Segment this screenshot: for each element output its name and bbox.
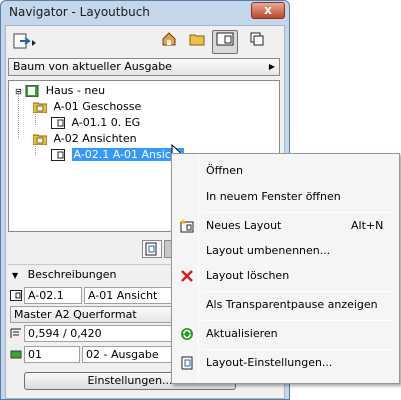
publish-icon bbox=[13, 33, 36, 49]
project-book-icon bbox=[25, 85, 39, 97]
triangle-down-icon: ▼ bbox=[12, 271, 19, 280]
title-bar[interactable]: Navigator - Layoutbuch x bbox=[1, 1, 289, 23]
layout-id-icon bbox=[10, 290, 22, 301]
view-map-button[interactable] bbox=[186, 30, 208, 54]
refresh-icon bbox=[180, 327, 194, 341]
menu-item-delete-layout[interactable]: Layout löschen bbox=[174, 265, 397, 287]
menu-item-label: Öffnen bbox=[206, 164, 243, 177]
layout-book-button[interactable] bbox=[212, 30, 238, 54]
tree-item-layout-2-selected[interactable]: A-02.1 A-01 Ansicht bbox=[51, 147, 185, 162]
revision-icon bbox=[10, 350, 22, 359]
size-icon bbox=[10, 328, 21, 338]
menu-item-label: Layout löschen bbox=[206, 269, 290, 282]
layout-book-icon bbox=[216, 32, 234, 46]
layout-icon bbox=[51, 149, 65, 161]
menu-item-label: Neues Layout bbox=[206, 219, 282, 232]
tree-source-value: Baum von aktueller Ausgabe bbox=[13, 60, 172, 73]
menu-item-label: Aktualisieren bbox=[206, 327, 278, 340]
layout-name-field[interactable]: A-01 Ansicht bbox=[84, 287, 174, 304]
menu-item-shortcut: Alt+N bbox=[351, 219, 384, 232]
menu-item-refresh[interactable]: Aktualisieren bbox=[174, 323, 397, 345]
menu-item-rename-layout[interactable]: Layout umbenennen... bbox=[174, 240, 397, 262]
menu-item-label: Layout umbenennen... bbox=[206, 244, 331, 257]
issue-field[interactable]: 02 - Ausgabe bbox=[82, 346, 174, 363]
delete-icon bbox=[180, 269, 194, 283]
tree-root-label: Haus - neu bbox=[45, 84, 106, 97]
project-map-button[interactable] bbox=[158, 30, 180, 54]
menu-item-open-new-window[interactable]: In neuem Fenster öffnen bbox=[174, 186, 397, 208]
tree-item-label: A-01.1 0. EG bbox=[71, 116, 141, 129]
layout-icon bbox=[51, 117, 65, 129]
menu-item-label: Layout-Einstellungen... bbox=[206, 356, 333, 369]
menu-item-layout-settings[interactable]: Layout-Einstellungen... bbox=[174, 352, 397, 374]
house-icon bbox=[162, 32, 176, 46]
tree-item-label: A-01 Geschosse bbox=[53, 100, 142, 113]
layout-settings-icon bbox=[180, 356, 194, 370]
descriptions-section[interactable]: ▼ Beschreibungen bbox=[12, 268, 116, 281]
tree-source-dropdown[interactable]: Baum von aktueller Ausgabe ▶ bbox=[8, 58, 280, 76]
settings-page-icon bbox=[145, 242, 157, 256]
window-title: Navigator - Layoutbuch bbox=[9, 5, 150, 19]
subset-folder-icon bbox=[33, 102, 47, 113]
context-menu: Öffnen In neuem Fenster öffnen Neues Lay… bbox=[171, 153, 400, 384]
tree-item-subset-1[interactable]: A-01 Geschosse bbox=[33, 99, 141, 114]
close-button[interactable]: x bbox=[251, 2, 285, 19]
descriptions-label: Beschreibungen bbox=[27, 268, 117, 281]
layout-id-field[interactable]: A-02.1 bbox=[24, 287, 82, 304]
tree-item-subset-2[interactable]: A-02 Ansichten bbox=[33, 131, 137, 146]
number-field[interactable]: 01 bbox=[24, 346, 80, 363]
menu-item-new-layout[interactable]: Neues Layout Alt+N bbox=[174, 215, 397, 237]
chevron-right-icon: ▶ bbox=[268, 62, 275, 71]
publish-dropdown-button[interactable] bbox=[8, 30, 40, 54]
folder-icon bbox=[189, 34, 205, 46]
tree-item-label: A-02 Ansichten bbox=[53, 132, 137, 145]
menu-item-label: In neuem Fenster öffnen bbox=[206, 190, 341, 203]
menu-item-show-as-pause[interactable]: Als Transparentpause anzeigen bbox=[174, 294, 397, 316]
subset-folder-icon bbox=[33, 134, 47, 145]
menu-item-open[interactable]: Öffnen bbox=[174, 160, 397, 182]
publisher-sets-button[interactable] bbox=[246, 30, 268, 54]
tree-item-layout-1[interactable]: A-01.1 0. EG bbox=[51, 115, 140, 130]
collapse-icon: ⊟ bbox=[15, 87, 22, 96]
layout-size-field: 0,594 / 0,420 bbox=[24, 325, 174, 342]
view-settings-button[interactable] bbox=[142, 240, 162, 258]
tree-item-label: A-02.1 A-01 Ansicht bbox=[71, 148, 185, 161]
publisher-icon bbox=[250, 32, 264, 46]
master-layout-value: Master A2 Querformat bbox=[14, 308, 137, 321]
master-layout-dropdown[interactable]: Master A2 Querformat bbox=[10, 306, 174, 323]
menu-item-label: Als Transparentpause anzeigen bbox=[206, 298, 378, 311]
new-layout-icon bbox=[180, 219, 194, 233]
tree-root[interactable]: ⊟ Haus - neu bbox=[15, 83, 105, 98]
